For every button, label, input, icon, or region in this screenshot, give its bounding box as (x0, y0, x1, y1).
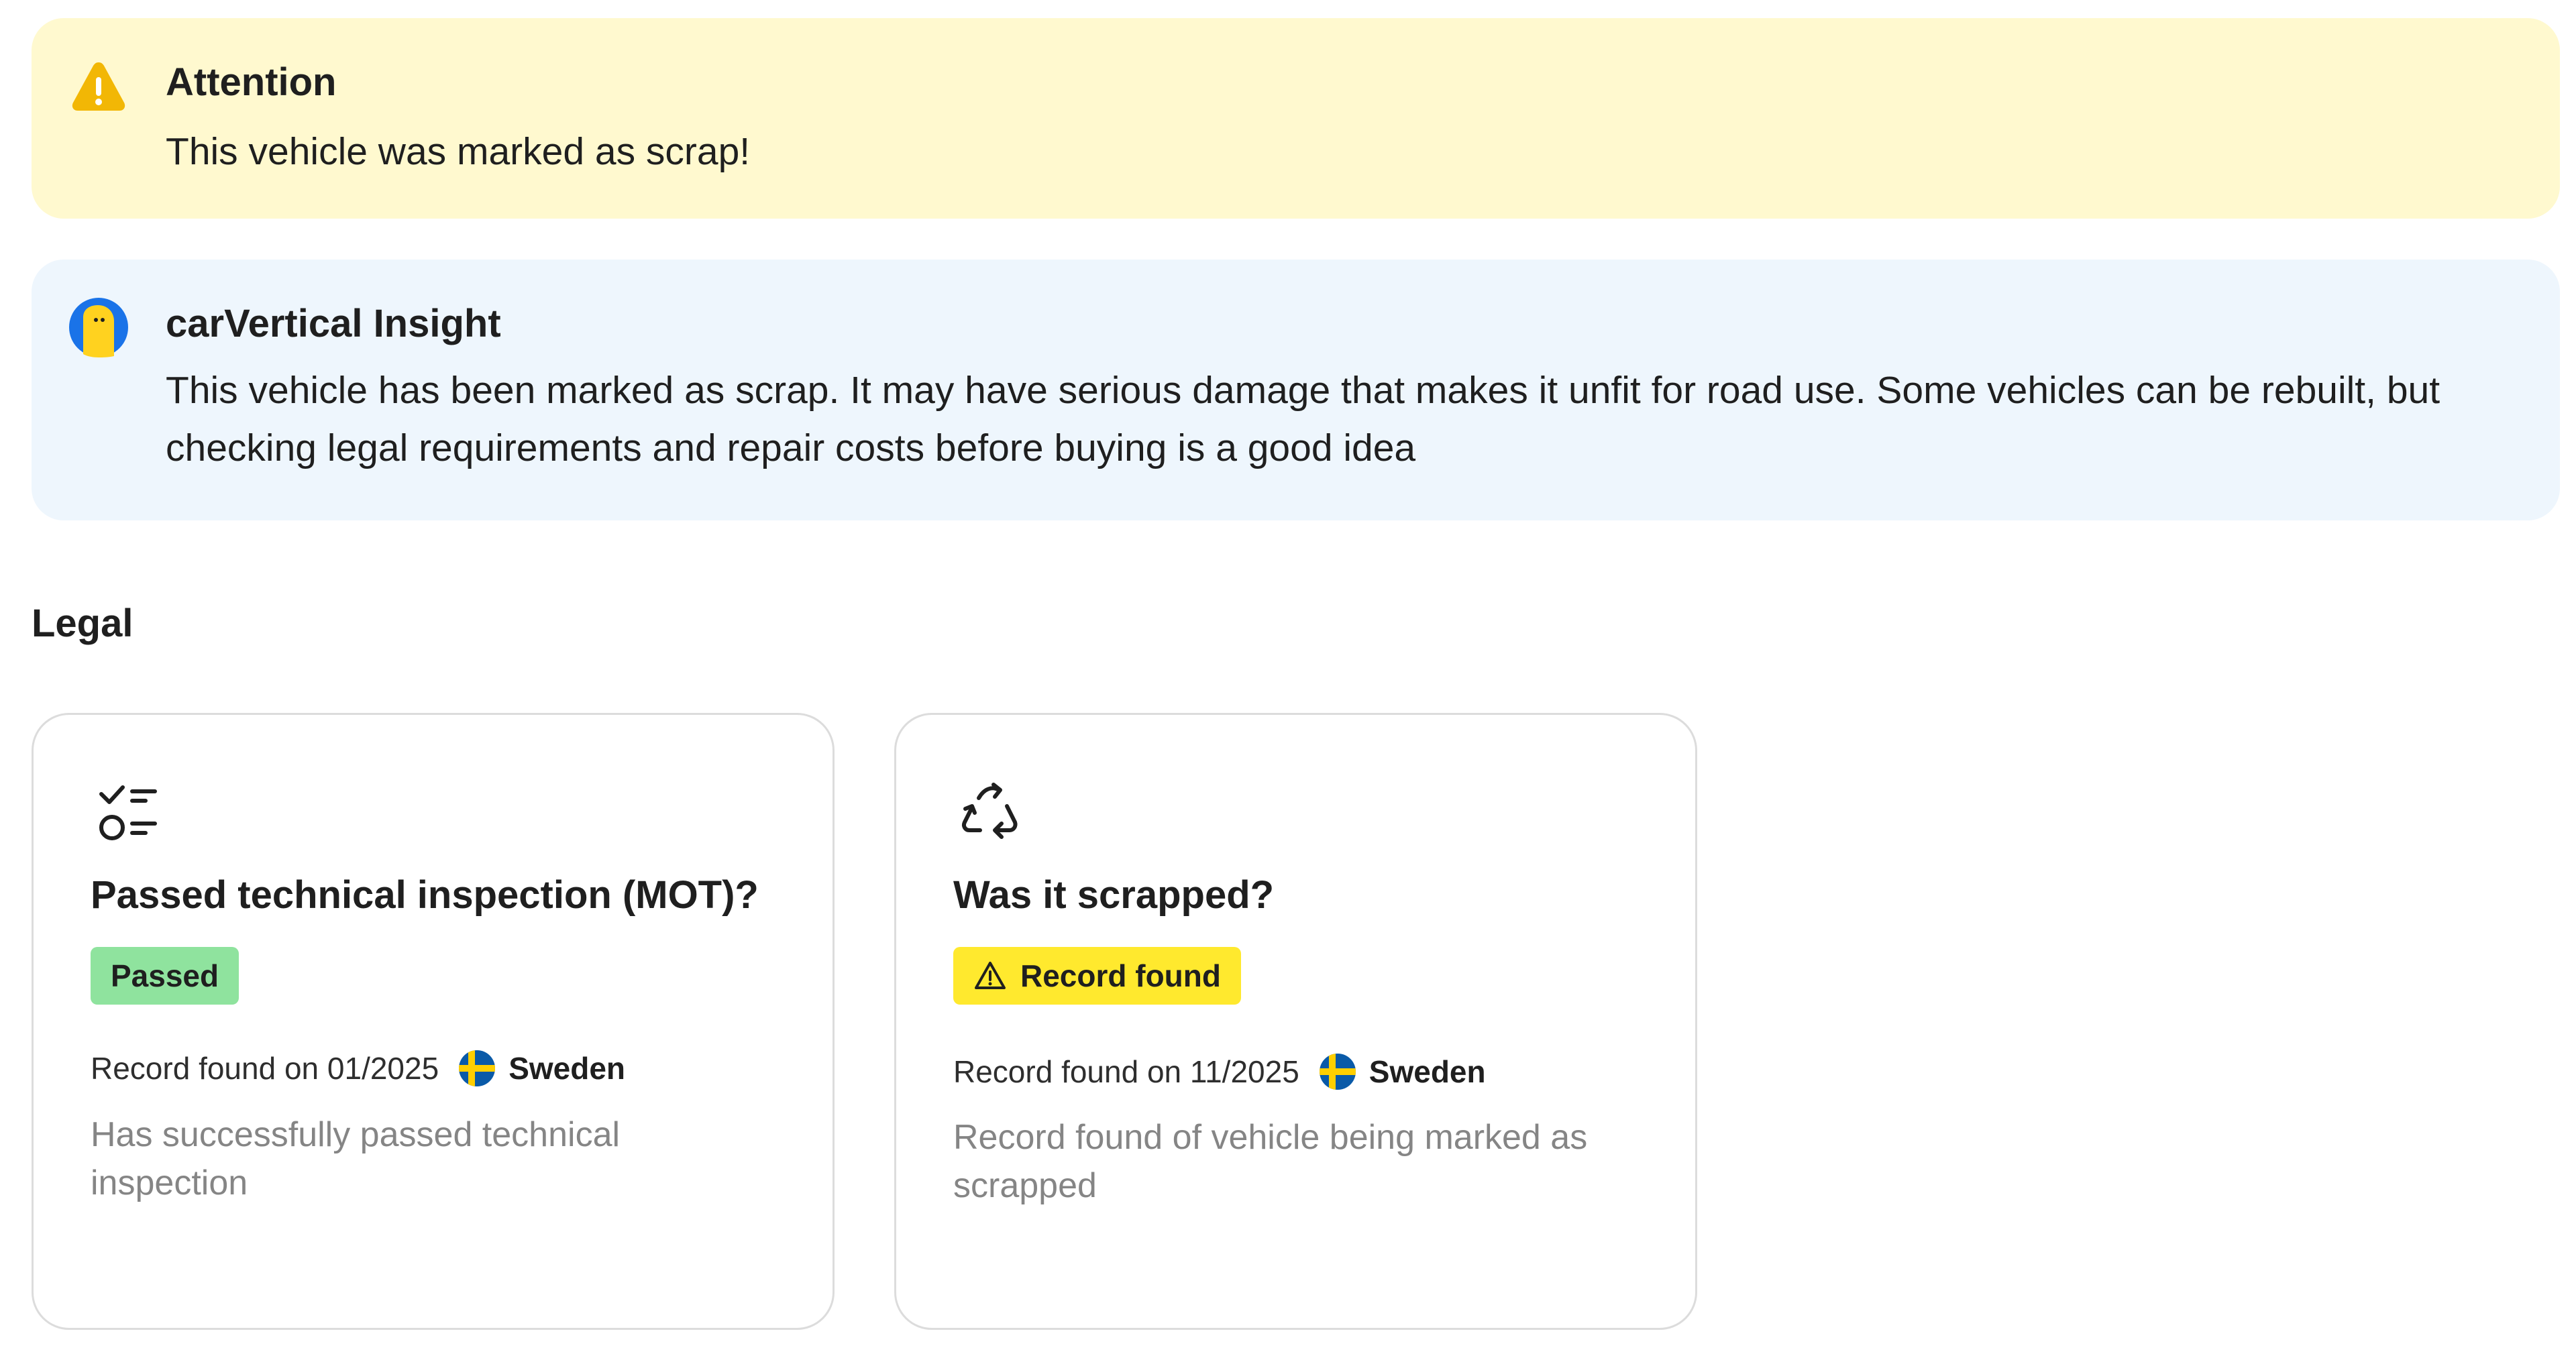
warning-triangle-icon (975, 962, 1006, 989)
insight-banner: carVertical Insight This vehicle has bee… (32, 260, 2560, 520)
scrapped-card: Was it scrapped? Record found Record fou… (894, 713, 1697, 1330)
mot-inspection-card: Passed technical inspection (MOT)? Passe… (32, 713, 835, 1330)
country-name: Sweden (508, 1051, 626, 1086)
insight-message: This vehicle has been marked as scrap. I… (166, 369, 2440, 469)
sweden-flag-icon (459, 1050, 496, 1086)
insight-title: carVertical Insight (166, 302, 501, 345)
mot-card-description: Has successfully passed technical inspec… (91, 1115, 621, 1202)
status-badge: Record found (953, 947, 1241, 1005)
record-text: Record found on 01/2025 (91, 1051, 439, 1086)
mot-card-title: Passed technical inspection (MOT)? (91, 873, 759, 917)
sweden-flag-icon (1319, 1054, 1356, 1090)
status-badge-label: Record found (1020, 958, 1221, 993)
record-line: Record found on 11/2025 Sweden (953, 1054, 1486, 1090)
checklist-icon (99, 785, 157, 840)
report-page: Attention This vehicle was marked as scr… (0, 0, 2576, 1352)
attention-banner: Attention This vehicle was marked as scr… (32, 18, 2560, 219)
country-name: Sweden (1368, 1054, 1486, 1089)
warning-icon (72, 62, 125, 111)
scrapped-card-description: Record found of vehicle being marked as … (953, 1118, 1588, 1205)
carvertical-mascot-icon (69, 298, 128, 357)
status-badge-label: Passed (111, 958, 219, 993)
record-line: Record found on 01/2025 Sweden (91, 1050, 625, 1086)
record-text: Record found on 11/2025 (953, 1054, 1299, 1089)
recycle-icon (961, 783, 1018, 839)
status-badge: Passed (91, 947, 239, 1005)
scrapped-card-title: Was it scrapped? (953, 873, 1275, 917)
attention-title: Attention (166, 60, 337, 104)
legal-section-title: Legal (32, 602, 133, 645)
attention-message: This vehicle was marked as scrap! (166, 130, 751, 173)
